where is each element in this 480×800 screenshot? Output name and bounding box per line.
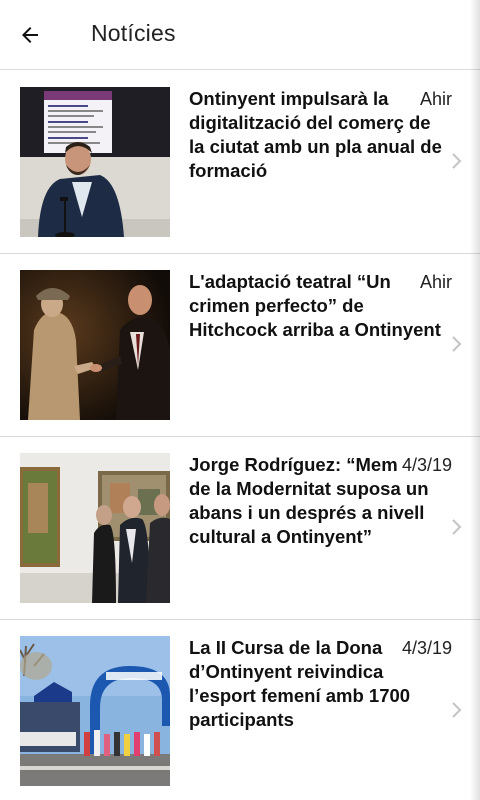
news-thumbnail [20,87,170,237]
news-headline: L'adaptació teatral “Un crimen perfecto”… [189,271,441,340]
news-date: Ahir [414,88,452,110]
chevron-right-icon [452,336,462,352]
news-date: Ahir [414,271,452,293]
chevron-right-icon [452,153,462,169]
news-thumbnail [20,453,170,603]
news-date: 4/3/19 [396,454,452,476]
back-button[interactable] [12,17,48,53]
page-title: Notícies [91,20,176,46]
news-headline: Ontinyent impulsarà la digitalització de… [189,88,442,181]
news-item[interactable]: Jorge Rodríguez: “Memòria de la Modernit… [0,437,480,620]
news-item[interactable]: La II Cursa de la Dona d’Ontinyent reivi… [0,620,480,800]
app-bar: Notícies [0,0,480,70]
news-date: 4/3/19 [396,637,452,659]
news-item[interactable]: L'adaptació teatral “Un crimen perfecto”… [0,254,480,437]
news-list: Ontinyent impulsarà la digitalització de… [0,71,480,800]
chevron-right-icon [452,702,462,718]
chevron-right-icon [452,519,462,535]
news-thumbnail [20,636,170,786]
news-item[interactable]: Ontinyent impulsarà la digitalització de… [0,71,480,254]
arrow-left-icon [22,27,38,43]
news-thumbnail [20,270,170,420]
